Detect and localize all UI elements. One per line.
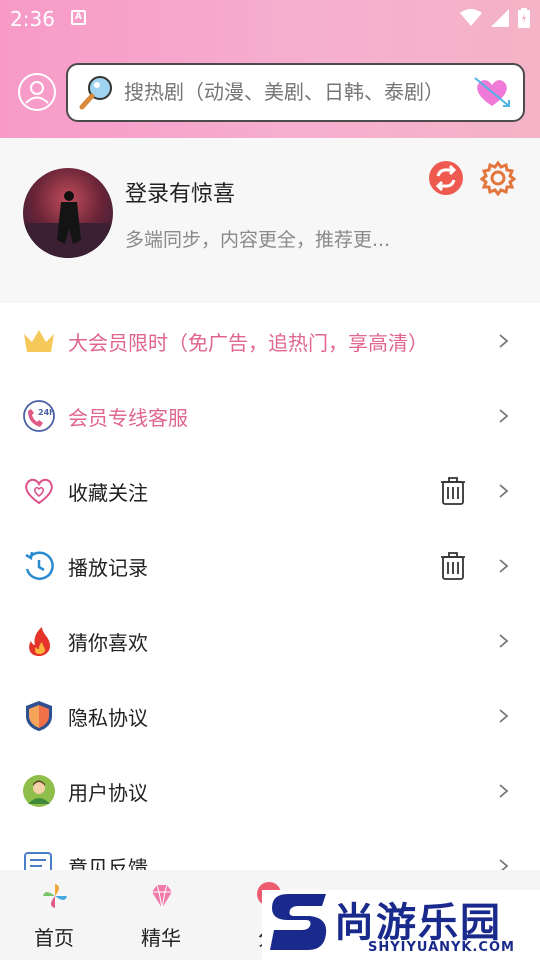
profile-avatar[interactable] [23, 168, 113, 258]
menu-item-history[interactable]: 播放记录 [0, 528, 540, 603]
diamond-icon [152, 884, 172, 909]
tab-home[interactable]: 首页 [9, 870, 99, 960]
menu-item-privacy[interactable]: 隐私协议 [0, 678, 540, 753]
phone-24h-icon: 24h [23, 400, 55, 432]
fire-icon [29, 627, 50, 656]
menu-item-recommend[interactable]: 猜你喜欢 [0, 603, 540, 678]
heart-outline-icon [25, 478, 53, 505]
status-icons [456, 7, 530, 29]
chevron-right-icon [499, 709, 509, 723]
profile-card[interactable]: 登录有惊喜 多端同步，内容更全，推荐更... [0, 138, 540, 303]
chevron-right-icon [499, 334, 509, 348]
chevron-right-icon [499, 784, 509, 798]
user-avatar-icon[interactable] [17, 72, 57, 112]
menu-label: 会员专线客服 [68, 406, 188, 430]
history-icon [25, 551, 54, 580]
pinwheel-icon [43, 884, 67, 908]
menu-label: 猜你喜欢 [68, 631, 148, 655]
menu-item-vip[interactable]: 大会员限时（免广告，追热门，享高清） [0, 303, 540, 378]
crown-icon [24, 330, 54, 352]
avatar-figure-icon [23, 191, 113, 258]
menu-label: 收藏关注 [68, 481, 148, 505]
menu-item-user-agreement[interactable]: 用户协议 [0, 753, 540, 828]
brand-s-logo-icon [270, 894, 327, 950]
signal-icon [490, 8, 509, 27]
chevron-right-icon [499, 559, 509, 573]
tab-label: 首页 [34, 926, 74, 950]
chevron-right-icon [499, 409, 509, 423]
menu-item-customer-service[interactable]: 24h 会员专线客服 [0, 378, 540, 453]
gear-icon[interactable] [480, 160, 516, 196]
svg-text:24h: 24h [38, 408, 55, 417]
menu-label: 播放记录 [68, 556, 148, 580]
user-avatar-icon [23, 775, 55, 807]
tab-featured[interactable]: 精华 [116, 870, 206, 960]
chevron-right-icon [499, 634, 509, 648]
magnifier-icon [79, 76, 112, 110]
status-time: 2:36 [10, 7, 55, 31]
chevron-right-icon [499, 484, 509, 498]
search-input[interactable] [124, 65, 469, 120]
watermark-logo: 尚游乐园 SHYIYUANYK.COM [262, 890, 540, 960]
menu-item-favorites[interactable]: 收藏关注 [0, 453, 540, 528]
shield-icon [26, 701, 52, 731]
status-bar: 2:36 A [0, 0, 540, 36]
notification-icon: A [71, 10, 86, 25]
login-subtitle: 多端同步，内容更全，推荐更... [125, 229, 391, 251]
battery-icon [518, 7, 530, 28]
wifi-icon [459, 8, 482, 26]
menu-label: 大会员限时（免广告，追热门，享高清） [68, 331, 428, 355]
tab-label: 精华 [141, 926, 181, 950]
menu-list: 大会员限时（免广告，追热门，享高清） 24h 会员专线客服 收藏关注 播放记录 [0, 303, 540, 903]
header: 2:36 A [0, 0, 540, 138]
refresh-icon[interactable] [428, 160, 464, 196]
watermark-url: SHYIYUANYK.COM [368, 940, 515, 955]
menu-label: 隐私协议 [68, 706, 148, 730]
login-title[interactable]: 登录有惊喜 [125, 176, 235, 208]
menu-label: 用户协议 [68, 781, 148, 805]
search-bar[interactable] [66, 63, 525, 122]
trash-icon[interactable] [440, 477, 466, 505]
trash-icon[interactable] [440, 552, 466, 580]
cupid-heart-icon[interactable] [473, 74, 511, 110]
